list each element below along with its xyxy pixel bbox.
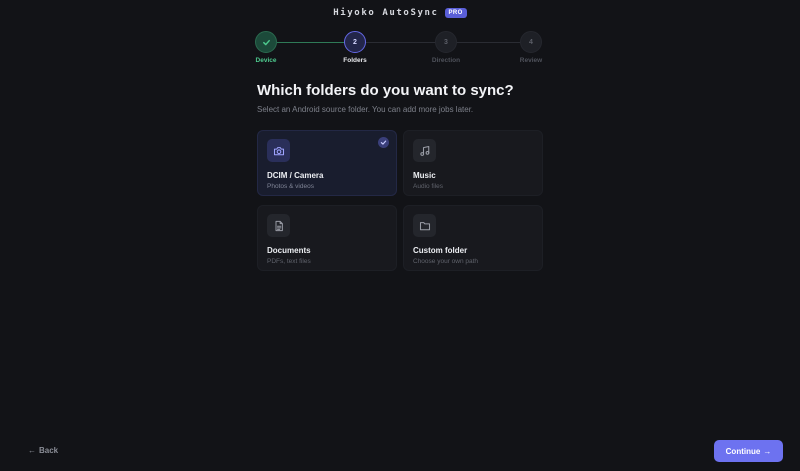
arrow-right-icon: → <box>763 446 772 456</box>
folder-card-subtitle: Photos & videos <box>267 183 314 190</box>
camera-icon <box>267 139 290 162</box>
step-device[interactable]: Device <box>236 31 296 64</box>
step-check-icon <box>255 31 277 53</box>
continue-button[interactable]: Continue → <box>714 440 783 462</box>
folder-card-subtitle: Choose your own path <box>413 258 479 265</box>
step-number: 2 <box>344 31 366 53</box>
step-folders[interactable]: 2 Folders <box>325 31 385 64</box>
step-label: Review <box>519 57 543 64</box>
app-header: Hiyoko AutoSync PRO <box>0 8 800 18</box>
page-title: Which folders do you want to sync? <box>257 82 514 99</box>
music-icon <box>413 139 436 162</box>
selected-check-icon <box>378 137 389 148</box>
folder-icon <box>413 214 436 237</box>
step-direction[interactable]: 3 Direction <box>416 31 476 64</box>
wizard-stepper: Device 2 Folders 3 Direction 4 Review <box>0 31 800 71</box>
continue-button-label: Continue <box>725 446 761 456</box>
page-subtitle: Select an Android source folder. You can… <box>257 105 474 114</box>
step-label: Direction <box>431 57 461 64</box>
step-number: 3 <box>435 31 457 53</box>
step-number: 4 <box>520 31 542 53</box>
step-label: Device <box>255 57 277 64</box>
folder-card-subtitle: PDFs, text files <box>267 258 311 265</box>
folder-card-documents[interactable]: Documents PDFs, text files <box>257 205 397 271</box>
folder-card-title: Music <box>413 171 436 180</box>
app-title: Hiyoko AutoSync <box>333 8 439 18</box>
folder-card-title: DCIM / Camera <box>267 171 324 180</box>
folder-card-music[interactable]: Music Audio files <box>403 130 543 196</box>
folder-card-custom[interactable]: Custom folder Choose your own path <box>403 205 543 271</box>
step-label: Folders <box>343 57 367 64</box>
pro-badge: PRO <box>444 8 467 18</box>
back-button-label: Back <box>39 446 59 455</box>
folder-card-title: Custom folder <box>413 246 468 255</box>
folder-card-title: Documents <box>267 246 311 255</box>
back-button[interactable]: ← Back <box>28 446 58 455</box>
folder-card-dcim[interactable]: DCIM / Camera Photos & videos <box>257 130 397 196</box>
document-icon <box>267 214 290 237</box>
arrow-left-icon: ← <box>28 446 36 455</box>
step-review[interactable]: 4 Review <box>501 31 561 64</box>
folder-card-subtitle: Audio files <box>413 183 443 190</box>
